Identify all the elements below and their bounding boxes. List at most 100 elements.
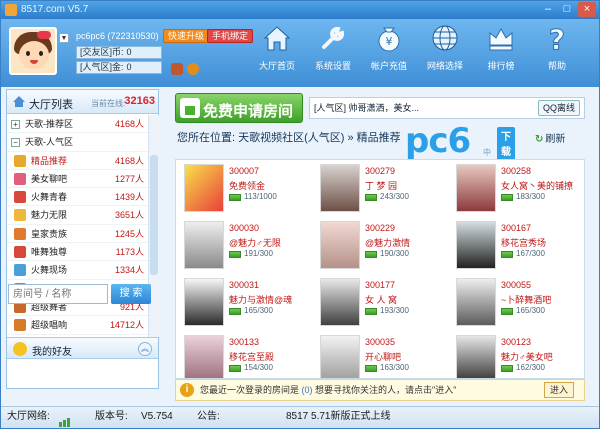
enter-button[interactable]: 进入 — [544, 382, 574, 398]
room-thumbnail[interactable] — [320, 335, 360, 378]
room-category-icon — [14, 227, 26, 240]
room-card[interactable]: 300133 移花宫至殿 154/300 — [176, 327, 312, 378]
occupancy-bar-icon — [229, 194, 241, 201]
room-occupancy: 163/300 — [380, 363, 409, 372]
room-thumbnail[interactable] — [320, 221, 360, 269]
room-id: 300030 — [229, 223, 260, 233]
svg-text:?: ? — [549, 23, 565, 53]
nav-network[interactable]: 网络选择 — [419, 23, 471, 72]
crown-icon — [489, 27, 513, 51]
room-grid: 300007 免费领金 113/1000 300279 丁 梦 园 243/300 3002… — [175, 159, 585, 379]
signal-icon — [59, 407, 71, 427]
room-card[interactable]: 300035 开心聊吧 163/300 — [312, 327, 448, 378]
svg-text:¥: ¥ — [386, 35, 393, 48]
lobby-item-count: 1334人 — [114, 265, 144, 276]
lobby-item-label: 魅力无限 — [31, 210, 68, 221]
lobby-item-label: 美女聊吧 — [31, 173, 68, 184]
room-card[interactable]: 300030 @魅力♂无限 191/300 — [176, 213, 312, 273]
last-room-info: i 您最近一次登录的房间是 (0) 想要寻找你关注的人，请点击"进入" 进入 — [175, 379, 585, 401]
mailbox-icon[interactable] — [171, 63, 183, 75]
room-name: 魅力♂美女吧 — [501, 352, 553, 362]
lobby-item-label: 天歌-推荐区 — [25, 119, 73, 129]
header: ▼ pc6pc6 (722310530) 快速升级 手机绑定 [交友区]币: 0 … — [1, 19, 599, 87]
smiley-icon — [13, 342, 27, 356]
lobby-item[interactable]: 美女聊吧 1277人 — [7, 170, 148, 189]
lobby-item-label: 精品推荐 — [31, 155, 68, 166]
maximize-icon[interactable]: □ — [558, 2, 576, 17]
nav-ranking[interactable]: 排行榜 — [475, 23, 527, 72]
lobby-item[interactable]: 超级唱响 14712人 — [7, 316, 148, 335]
room-card[interactable]: 300258 女人窝丶美的铺撩 183/300 — [448, 160, 584, 216]
lobby-item[interactable]: − 天歌-人气区 — [7, 133, 148, 152]
room-occupancy: 154/300 — [244, 363, 273, 372]
app-logo-icon — [5, 4, 17, 16]
nav-help[interactable]: ? 帮助 — [531, 23, 583, 72]
bind-phone-button[interactable]: 手机绑定 — [207, 29, 254, 43]
room-thumbnail[interactable] — [184, 164, 224, 212]
room-id: 300123 — [501, 337, 532, 347]
room-card[interactable]: 300123 魅力♂美女吧 162/300 — [448, 327, 584, 378]
collapse-icon[interactable]: ︽ — [138, 342, 152, 356]
lobby-item[interactable]: 皇家贵族 1245人 — [7, 225, 148, 244]
lobby-item[interactable]: 火舞青春 1439人 — [7, 188, 148, 207]
lobby-item-label: 火舞青春 — [31, 192, 68, 203]
lobby-item[interactable]: 唯舞独尊 1173人 — [7, 243, 148, 262]
room-thumbnail[interactable] — [184, 278, 224, 326]
info-icon: i — [180, 383, 194, 397]
expand-icon[interactable]: − — [11, 138, 20, 148]
minimize-icon[interactable]: – — [539, 2, 557, 17]
room-thumbnail[interactable] — [456, 221, 496, 269]
search-button[interactable]: 搜 索 — [111, 284, 151, 304]
gold-field: [人气区]金: 0 — [76, 61, 162, 74]
room-category-icon — [14, 209, 26, 222]
avatar-dropdown-icon[interactable]: ▼ — [59, 33, 69, 43]
room-occupancy: 113/1000 — [244, 192, 277, 201]
username: pc6pc6 (722310530) — [76, 31, 159, 41]
room-thumbnail[interactable] — [320, 164, 360, 212]
lobby-item-label: 超级唱响 — [31, 320, 68, 331]
occupancy-bar-icon — [229, 308, 241, 315]
lobby-item[interactable]: 火舞现场 1334人 — [7, 261, 148, 280]
room-category-icon — [14, 319, 26, 332]
refresh-button[interactable]: ↻ 刷新 — [535, 130, 565, 145]
room-name: @魅力♂无限 — [229, 238, 281, 248]
nav-home[interactable]: 大厅首页 — [251, 23, 303, 72]
room-name: 移花宫秀场 — [501, 238, 547, 248]
nav-settings[interactable]: 系统设置 — [307, 23, 359, 72]
room-card[interactable]: 300167 移花宫秀场 167/300 — [448, 213, 584, 273]
avatar[interactable] — [9, 27, 57, 75]
nav-recharge[interactable]: ¥ 帐户充值 — [363, 23, 415, 72]
room-thumbnail[interactable] — [320, 278, 360, 326]
room-card[interactable]: 300279 丁 梦 园 243/300 — [312, 160, 448, 216]
room-card[interactable]: 300055 ~卜醉舞酒吧 165/300 — [448, 270, 584, 330]
refresh-icon: ↻ — [535, 134, 544, 145]
occupancy-bar-icon — [501, 251, 513, 258]
settings-gear-icon[interactable] — [187, 63, 199, 75]
room-card[interactable]: 300031 魅力与激情@魂 165/300 — [176, 270, 312, 330]
qq-offline-button[interactable]: QQ离线 — [537, 100, 580, 116]
lobby-item[interactable]: 魅力无限 3651人 — [7, 206, 148, 225]
search-input[interactable] — [8, 284, 108, 304]
close-icon[interactable]: × — [578, 2, 596, 17]
room-card[interactable]: 300177 女 人 窝 193/300 — [312, 270, 448, 330]
room-card[interactable]: 300007 免费领金 113/1000 — [176, 160, 312, 216]
breadcrumb: 您所在位置: 天歌视频社区(人气区) » 精品推荐 — [177, 132, 401, 144]
room-thumbnail[interactable] — [456, 164, 496, 212]
lobby-item[interactable]: 精品推荐 4168人 — [7, 151, 148, 170]
room-thumbnail[interactable] — [184, 335, 224, 378]
home-icon — [263, 26, 291, 51]
home-small-icon — [13, 96, 25, 107]
room-occupancy: 190/300 — [380, 249, 409, 258]
room-thumbnail[interactable] — [184, 221, 224, 269]
upgrade-button[interactable]: 快速升级 — [163, 29, 210, 43]
room-id: 300167 — [501, 223, 532, 233]
room-thumbnail[interactable] — [456, 278, 496, 326]
apply-room-button[interactable]: 免费申请房间 — [175, 93, 303, 123]
room-occupancy: 162/300 — [516, 363, 545, 372]
occupancy-bar-icon — [365, 251, 377, 258]
friends-header[interactable]: 我的好友 ︽ — [7, 337, 158, 359]
expand-icon[interactable]: + — [11, 120, 20, 129]
room-card[interactable]: 300229 @魅力激情 190/300 — [312, 213, 448, 273]
lobby-item[interactable]: + 天歌-推荐区 4168人 — [7, 115, 148, 134]
room-thumbnail[interactable] — [456, 335, 496, 378]
